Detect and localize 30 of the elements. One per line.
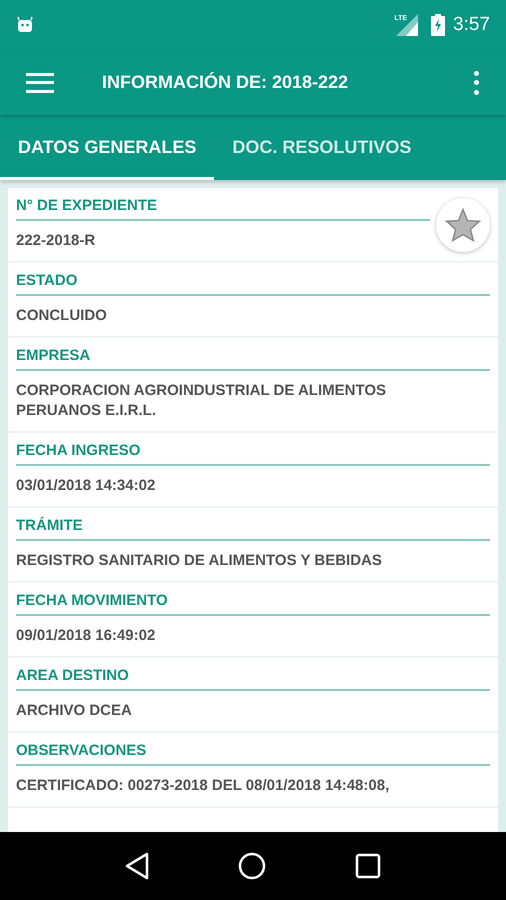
field-value: 222-2018-R bbox=[16, 232, 96, 249]
field-value: 03/01/2018 14:34:02 bbox=[16, 477, 156, 494]
home-icon[interactable] bbox=[238, 852, 266, 880]
field-label: FECHA MOVIMIENTO bbox=[16, 592, 168, 609]
back-icon[interactable] bbox=[124, 852, 149, 880]
status-time: 3:57 bbox=[453, 12, 490, 37]
field-label: EMPRESA bbox=[16, 347, 90, 364]
more-options-icon[interactable] bbox=[472, 70, 480, 94]
recents-icon[interactable] bbox=[355, 853, 382, 879]
favorite-button[interactable] bbox=[436, 198, 490, 252]
field-value: 09/01/2018 16:49:02 bbox=[16, 627, 156, 644]
toolbar-title: INFORMACIÓN DE: 2018-222 bbox=[102, 71, 350, 94]
android-icon bbox=[16, 16, 34, 34]
field-label: OBSERVACIONES bbox=[16, 742, 146, 759]
field-label: FECHA INGRESO bbox=[16, 442, 140, 459]
tab[interactable]: DATOS GENERALES bbox=[0, 115, 214, 180]
field-value: CERTIFICADO: 00273-2018 DEL 08/01/2018 14:48:08, bbox=[16, 777, 390, 794]
star-icon bbox=[445, 208, 481, 242]
field-label: TRÁMITE bbox=[16, 517, 83, 534]
field-label: AREA DESTINO bbox=[16, 667, 129, 684]
field-label: ESTADO bbox=[16, 272, 78, 289]
field-value: ARCHIVO DCEA bbox=[16, 702, 132, 719]
field-value: CORPORACION AGROINDUSTRIAL DE ALIMENTOS PERUANOS E.I.R.L. bbox=[16, 382, 386, 419]
menu-icon[interactable] bbox=[26, 72, 54, 92]
signal-icon bbox=[394, 14, 418, 36]
field-label: N° DE EXPEDIENTE bbox=[16, 197, 158, 214]
field-value: REGISTRO SANITARIO DE ALIMENTOS Y BEBIDAS bbox=[16, 552, 382, 569]
battery-icon bbox=[431, 14, 446, 36]
field-value: CONCLUIDO bbox=[16, 307, 107, 324]
tab[interactable]: DOC. RESOLUTIVOS bbox=[214, 115, 430, 180]
